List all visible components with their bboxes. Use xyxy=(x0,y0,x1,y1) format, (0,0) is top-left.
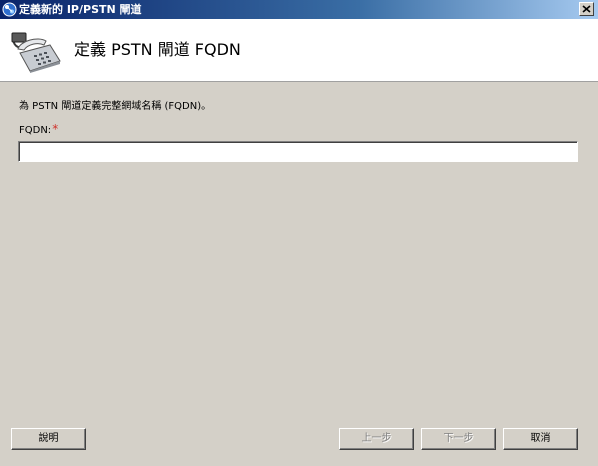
title-bar[interactable]: 定義新的 IP/PSTN 閘道 xyxy=(0,0,598,19)
instructions-text: 為 PSTN 閘道定義完整網域名稱 (FQDN)。 xyxy=(19,101,212,112)
telephone-gateway-icon xyxy=(10,31,62,73)
topology-builder-icon xyxy=(2,2,17,17)
dialog-window: 定義新的 IP/PSTN 閘道 定義 PSTN 閘道 FQDN 為 PSTN 閘… xyxy=(0,0,598,466)
fqdn-label-text: FQDN: xyxy=(19,125,52,136)
close-button[interactable] xyxy=(579,2,594,16)
fqdn-input[interactable] xyxy=(18,141,578,162)
close-x-icon xyxy=(582,5,591,13)
back-button[interactable]: 上一步 xyxy=(339,428,414,450)
required-marker: * xyxy=(52,122,59,136)
page-title: 定義 PSTN 閘道 FQDN xyxy=(74,40,241,59)
window-title: 定義新的 IP/PSTN 閘道 xyxy=(19,3,142,16)
header-panel: 定義 PSTN 閘道 FQDN xyxy=(0,19,598,82)
next-button[interactable]: 下一步 xyxy=(421,428,496,450)
fqdn-label: FQDN:* xyxy=(19,123,58,137)
cancel-button[interactable]: 取消 xyxy=(503,428,578,450)
help-button[interactable]: 說明 xyxy=(11,428,86,450)
